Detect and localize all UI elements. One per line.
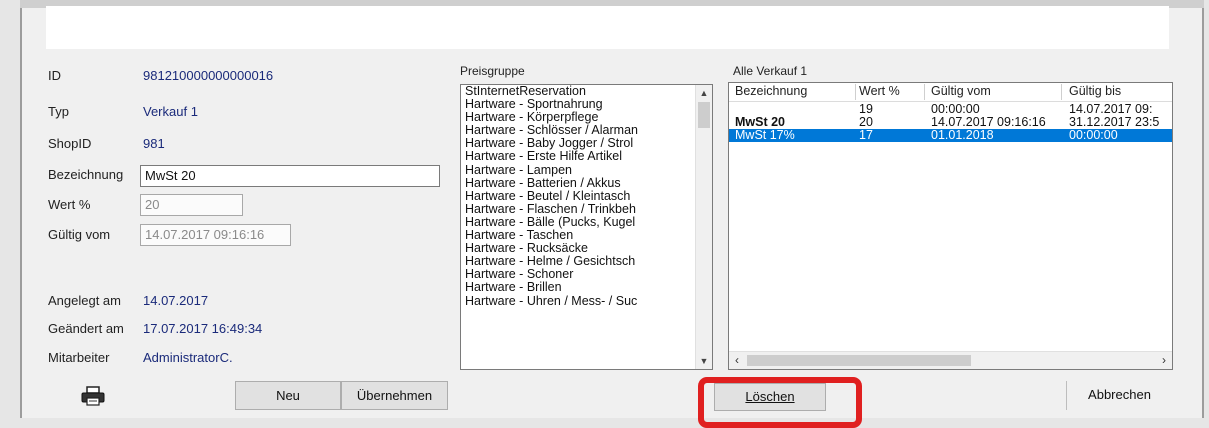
list-item[interactable]: Hartware - Beutel / Kleintasch <box>461 189 712 203</box>
col-gueltig-bis[interactable]: Gültig bis <box>1069 84 1121 98</box>
scroll-left-icon[interactable]: ‹ <box>729 352 745 369</box>
preisgruppe-listbox[interactable]: StInternetReservation Hartware - Sportnah… <box>460 84 713 370</box>
list-item[interactable]: Hartware - Erste Hilfe Artikel <box>461 150 712 163</box>
preisgruppe-scrollbar[interactable]: ▲ ▼ <box>695 85 712 369</box>
list-item[interactable]: Hartware - Brillen <box>461 281 712 294</box>
col-gueltig-vom[interactable]: Gültig vom <box>931 84 991 98</box>
grid-hscrollbar[interactable]: ‹ › <box>729 351 1172 369</box>
list-item[interactable]: Hartware - Flaschen / Trinkbeh <box>461 202 712 216</box>
printer-icon[interactable] <box>80 386 106 406</box>
table-row-selected[interactable]: MwSt 17% 17 01.01.2018 00:00:00 <box>729 129 1172 142</box>
scroll-thumb[interactable] <box>698 102 710 128</box>
id-value: 981210000000000016 <box>143 68 274 83</box>
neu-button[interactable]: Neu <box>235 381 341 410</box>
shopid-label: ShopID <box>48 136 92 151</box>
typ-value: Verkauf 1 <box>143 104 198 119</box>
bezeichnung-label: Bezeichnung <box>48 167 124 182</box>
col-wert[interactable]: Wert % <box>859 84 900 98</box>
uebernehmen-button[interactable]: Übernehmen <box>341 381 448 410</box>
mitarbeiter-value: AdministratorC. <box>143 350 233 365</box>
cell-gueltig-vom: 01.01.2018 <box>931 128 994 142</box>
list-item[interactable]: Hartware - Lampen <box>461 163 712 177</box>
cell-gueltig-bis: 00:00:00 <box>1069 128 1118 142</box>
hscroll-thumb[interactable] <box>747 355 971 366</box>
col-separator[interactable] <box>1061 84 1062 100</box>
list-item[interactable]: Hartware - Batterien / Akkus <box>461 176 712 190</box>
red-highlight-annotation <box>698 377 862 428</box>
cell-wert: 17 <box>859 128 873 142</box>
gueltig-vom-label: Gültig vom <box>48 227 111 242</box>
wert-label: Wert % <box>48 197 91 212</box>
shopid-value: 981 <box>143 136 165 151</box>
mitarbeiter-label: Mitarbeiter <box>48 350 110 365</box>
list-item[interactable]: Hartware - Uhren / Mess- / Suc <box>461 294 712 308</box>
col-bezeichnung[interactable]: Bezeichnung <box>735 84 807 98</box>
header-panel <box>46 6 1169 49</box>
typ-label: Typ <box>48 104 69 119</box>
preisgruppe-label: Preisgruppe <box>460 64 525 78</box>
bezeichnung-input[interactable]: MwSt 20 <box>140 165 440 187</box>
id-label: ID <box>48 68 61 83</box>
cell-bezeichnung: MwSt 17% <box>735 128 795 142</box>
angelegt-label: Angelegt am <box>48 293 121 308</box>
scroll-right-icon[interactable]: › <box>1156 352 1172 369</box>
wert-input[interactable]: 20 <box>140 194 243 216</box>
abbrechen-button[interactable]: Abbrechen <box>1066 381 1172 410</box>
scroll-up-icon[interactable]: ▲ <box>696 85 712 101</box>
grid-header: Bezeichnung Wert % Gültig vom Gültig bis <box>729 83 1172 102</box>
geaendert-label: Geändert am <box>48 321 124 336</box>
col-separator[interactable] <box>924 84 925 100</box>
angelegt-value: 14.07.2017 <box>143 293 209 308</box>
geaendert-value: 17.07.2017 16:49:34 <box>143 321 263 336</box>
preisgruppe-items: StInternetReservation Hartware - Sportnah… <box>461 85 712 308</box>
verkauf-grid[interactable]: Bezeichnung Wert % Gültig vom Gültig bis… <box>728 82 1173 370</box>
scroll-down-icon[interactable]: ▼ <box>696 353 712 369</box>
gueltig-vom-input[interactable]: 14.07.2017 09:16:16 <box>140 224 291 246</box>
grid-title: Alle Verkauf 1 <box>733 64 808 78</box>
col-separator[interactable] <box>855 84 856 100</box>
